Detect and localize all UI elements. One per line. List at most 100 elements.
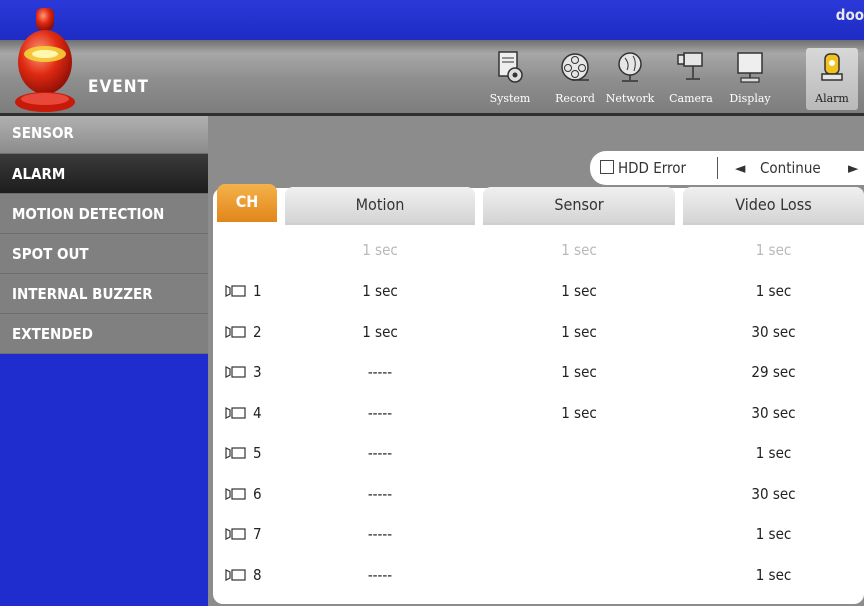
menu-system[interactable]: System [482, 48, 538, 110]
motion-cell[interactable]: ----- [285, 514, 475, 554]
all-video-loss-cell[interactable]: 1 sec [683, 230, 864, 270]
sidebar-item-alarm[interactable]: ALARM [0, 154, 208, 194]
table-row: 4 ----- 1 sec 30 sec [213, 393, 864, 433]
motion-cell[interactable]: ----- [285, 393, 475, 433]
video-loss-cell[interactable]: 1 sec [683, 555, 864, 595]
top-status-bar: doo [0, 0, 864, 40]
column-header-video-loss: Video Loss [683, 187, 864, 225]
menu-network-label: Network [605, 92, 655, 105]
table-row: 21 sec 1 sec 30 sec [213, 312, 864, 352]
column-header-sensor: Sensor [483, 187, 675, 225]
channel-number: 6 [253, 484, 262, 503]
sidebar-item-internal-buzzer[interactable]: INTERNAL BUZZER [0, 274, 208, 314]
channel-number: 7 [253, 525, 262, 543]
sidebar-item-motion-detection[interactable]: MOTION DETECTION [0, 194, 208, 234]
prev-arrow-icon[interactable]: ◄ [735, 159, 745, 177]
motion-cell[interactable]: ----- [285, 433, 475, 473]
record-icon [561, 53, 589, 81]
video-loss-cell[interactable]: 1 sec [683, 433, 864, 473]
hdd-error-toggle[interactable]: HDD Error [600, 159, 686, 177]
sensor-cell[interactable] [483, 474, 675, 514]
hdd-error-checkbox[interactable] [600, 160, 614, 174]
motion-cell[interactable]: ----- [285, 474, 475, 514]
channel-cell: 4 [225, 393, 262, 433]
camera-channel-icon [225, 406, 246, 419]
column-header-ch: CH [217, 184, 277, 222]
sidebar-item-extended[interactable]: EXTENDED [0, 314, 208, 354]
menu-record[interactable]: Record [547, 48, 603, 110]
camera-channel-icon [225, 285, 246, 297]
channel-cell: 5 [225, 433, 262, 473]
alarm-table: CH Motion Sensor Video Loss 1 sec 1 sec … [213, 184, 864, 604]
sidebar-item-spot-out[interactable]: SPOT OUT [0, 234, 208, 274]
sensor-cell[interactable]: 1 sec [483, 393, 675, 433]
channel-number: 8 [253, 565, 262, 584]
channel-cell: 1 [225, 271, 262, 311]
camera-icon [677, 52, 703, 80]
camera-channel-icon [225, 325, 246, 338]
sidebar: SENSOR ALARM MOTION DETECTION SPOT OUT I… [0, 116, 208, 354]
menu-camera[interactable]: Camera [663, 48, 719, 110]
sensor-cell[interactable] [483, 555, 675, 595]
menu-record-label: Record [555, 92, 595, 105]
sensor-cell[interactable]: 1 sec [483, 271, 675, 311]
alarm-controls: HDD Error ◄ Continue ► [590, 151, 864, 185]
user-name: doo [835, 6, 864, 24]
channel-number: 2 [253, 322, 262, 341]
video-loss-cell[interactable]: 29 sec [683, 352, 864, 392]
menu-camera-label: Camera [669, 92, 713, 105]
sidebar-item-sensor[interactable]: SENSOR [0, 116, 208, 154]
menu-display-label: Display [729, 92, 771, 105]
menu-system-label: System [489, 92, 531, 105]
table-row: 11 sec 1 sec 1 sec [213, 271, 864, 311]
video-loss-cell[interactable]: 1 sec [683, 271, 864, 311]
next-arrow-icon[interactable]: ► [848, 159, 858, 177]
all-motion-cell[interactable]: 1 sec [285, 230, 475, 270]
motion-cell[interactable]: ----- [285, 352, 475, 392]
event-siren-icon [15, 8, 75, 112]
camera-channel-icon [225, 447, 246, 459]
table-row: 8 ----- 1 sec [213, 555, 864, 595]
camera-channel-icon [225, 366, 246, 378]
channel-cell: 3 [225, 352, 262, 392]
system-icon [498, 51, 523, 83]
channel-cell: 2 [225, 312, 262, 352]
channel-number: 1 [253, 282, 262, 300]
motion-cell[interactable]: 1 sec [285, 271, 475, 311]
video-loss-cell[interactable]: 30 sec [683, 312, 864, 352]
motion-cell[interactable]: ----- [285, 555, 475, 595]
camera-channel-icon [225, 528, 246, 540]
table-row-all: 1 sec 1 sec 1 sec [213, 230, 864, 270]
sensor-cell[interactable] [483, 514, 675, 554]
table-row: 6 ----- 30 sec [213, 474, 864, 514]
video-loss-cell[interactable]: 30 sec [683, 393, 864, 433]
page-title: EVENT [88, 77, 149, 97]
menu-network[interactable]: Network [602, 48, 658, 110]
channel-number: 5 [253, 444, 262, 462]
channel-cell: 7 [225, 514, 262, 554]
table-row: 3 ----- 1 sec 29 sec [213, 352, 864, 392]
video-loss-cell[interactable]: 30 sec [683, 474, 864, 514]
channel-cell: 6 [225, 474, 262, 514]
sensor-cell[interactable] [483, 433, 675, 473]
sensor-cell[interactable]: 1 sec [483, 352, 675, 392]
display-icon [737, 52, 763, 83]
divider [717, 157, 718, 179]
video-loss-cell[interactable]: 1 sec [683, 514, 864, 554]
menu-alarm-label: Alarm [815, 92, 849, 105]
hdd-error-label: HDD Error [618, 159, 687, 177]
table-row: 5 ----- 1 sec [213, 433, 864, 473]
mode-value: Continue [760, 159, 821, 177]
menu-display[interactable]: Display [722, 48, 778, 110]
motion-cell[interactable]: 1 sec [285, 312, 475, 352]
column-header-motion: Motion [285, 187, 475, 225]
sensor-cell[interactable]: 1 sec [483, 312, 675, 352]
main-panel: HDD Error ◄ Continue ► CH Motion Sensor … [208, 116, 864, 606]
menu-alarm[interactable]: Alarm [806, 48, 858, 110]
channel-number: 3 [253, 363, 262, 381]
all-sensor-cell[interactable]: 1 sec [483, 230, 675, 270]
camera-channel-icon [225, 568, 246, 581]
table-row: 7 ----- 1 sec [213, 514, 864, 554]
alarm-icon [821, 53, 843, 81]
channel-cell: 8 [225, 555, 262, 595]
